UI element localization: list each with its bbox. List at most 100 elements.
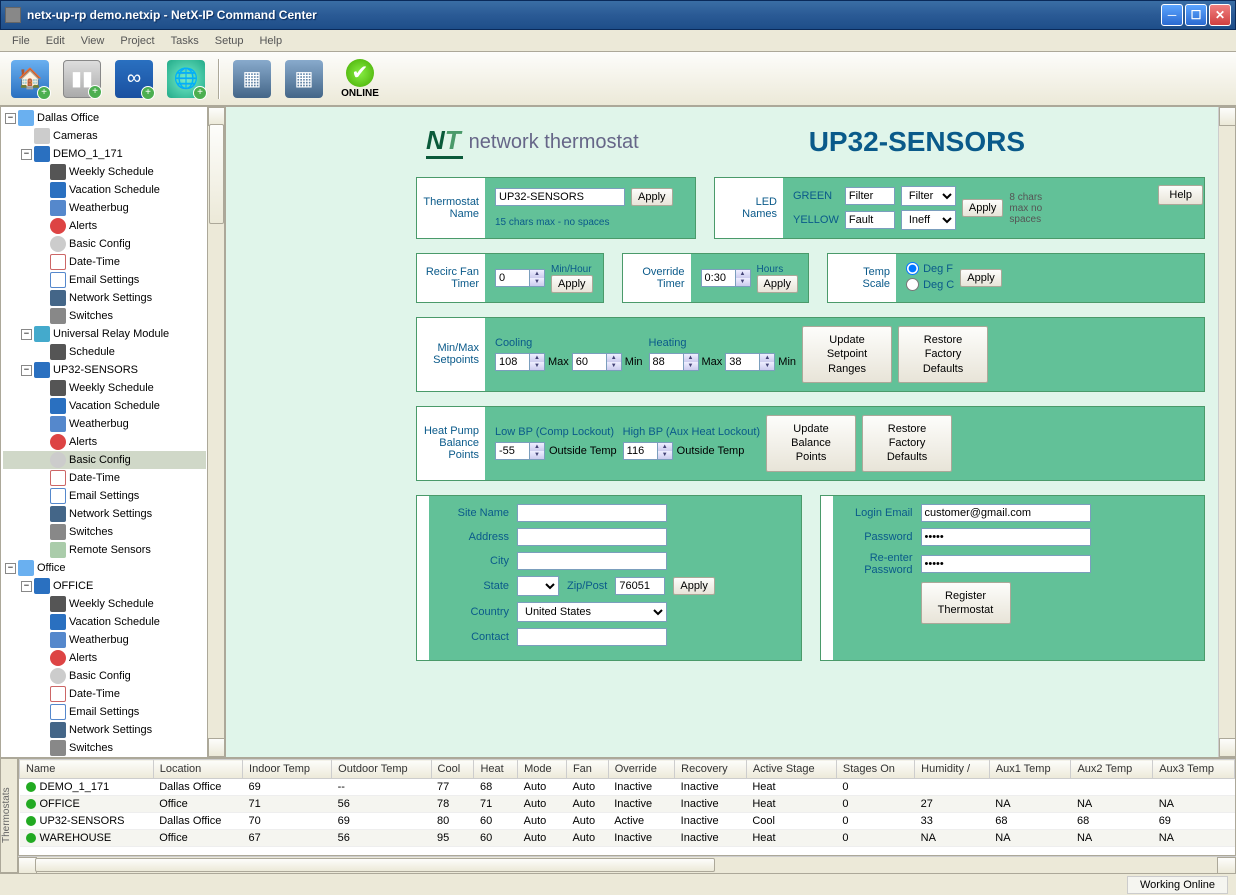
tree-network-2[interactable]: Network Settings (3, 505, 206, 523)
tree-office-device[interactable]: −OFFICE (3, 577, 206, 595)
tree-email-3[interactable]: Email Settings (3, 703, 206, 721)
grid-header-humidity[interactable]: Humidity / (915, 760, 990, 779)
update-setpoints-button[interactable]: Update Setpoint Ranges (802, 326, 892, 383)
tree-weatherbug-2[interactable]: Weatherbug (3, 415, 206, 433)
grid-header-override[interactable]: Override (608, 760, 674, 779)
minimize-button[interactable]: ─ (1161, 4, 1183, 26)
grid-header-name[interactable]: Name (20, 760, 154, 779)
tree-vacation-3[interactable]: Vacation Schedule (3, 613, 206, 631)
expander-icon[interactable]: − (5, 113, 16, 124)
override-spinner[interactable]: ▲▼ (701, 269, 751, 287)
grid-h-scrollbar[interactable] (18, 856, 1236, 873)
tree-weatherbug-3[interactable]: Weatherbug (3, 631, 206, 649)
tree-switches[interactable]: Switches (3, 307, 206, 325)
tree-weekly-2[interactable]: Weekly Schedule (3, 379, 206, 397)
tree-office-root[interactable]: −Office (3, 559, 206, 577)
menu-file[interactable]: File (4, 32, 38, 50)
register-button[interactable]: Register Thermostat (921, 582, 1011, 625)
spin-down-icon[interactable]: ▼ (736, 278, 750, 286)
tree-network[interactable]: Network Settings (3, 289, 206, 307)
expander-icon[interactable]: − (21, 365, 32, 376)
tree-datetime-3[interactable]: Date-Time (3, 685, 206, 703)
led-yellow-input[interactable] (845, 211, 895, 229)
tool-add-switch[interactable]: ▮▮+ (58, 55, 106, 103)
menu-tasks[interactable]: Tasks (163, 32, 207, 50)
tree-switches-3[interactable]: Switches (3, 739, 206, 757)
menu-help[interactable]: Help (251, 32, 290, 50)
menu-setup[interactable]: Setup (207, 32, 252, 50)
table-row[interactable]: WAREHOUSEOffice67569560AutoAutoInactiveI… (20, 830, 1235, 847)
zip-input[interactable] (615, 577, 665, 595)
city-input[interactable] (517, 552, 667, 570)
recirc-spinner[interactable]: ▲▼ (495, 269, 545, 287)
tree-schedule[interactable]: Schedule (3, 343, 206, 361)
override-apply-button[interactable]: Apply (757, 275, 799, 293)
tree-switches-2[interactable]: Switches (3, 523, 206, 541)
tree-network-3[interactable]: Network Settings (3, 721, 206, 739)
temp-apply-button[interactable]: Apply (960, 269, 1002, 287)
table-row[interactable]: DEMO_1_171Dallas Office69--7768AutoAutoI… (20, 779, 1235, 796)
help-button[interactable]: Help (1158, 185, 1203, 205)
menu-view[interactable]: View (73, 32, 113, 50)
tree-alerts[interactable]: Alerts (3, 217, 206, 235)
grid-header-location[interactable]: Location (153, 760, 242, 779)
tree-weatherbug[interactable]: Weatherbug (3, 199, 206, 217)
table-row[interactable]: OFFICEOffice71567871AutoAutoInactiveInac… (20, 796, 1235, 813)
expander-icon[interactable]: − (21, 329, 32, 340)
grid-header-outdoor[interactable]: Outdoor Temp (332, 760, 431, 779)
spin-up-icon[interactable]: ▲ (530, 270, 544, 278)
address-input[interactable] (517, 528, 667, 546)
tool-online[interactable]: ✔ONLINE (332, 55, 388, 103)
name-apply-button[interactable]: Apply (631, 188, 673, 206)
tree-relay-module[interactable]: −Universal Relay Module (3, 325, 206, 343)
state-select[interactable] (517, 576, 559, 596)
site-name-input[interactable] (517, 504, 667, 522)
grid-header-cool[interactable]: Cool (431, 760, 474, 779)
grid-header-aux3[interactable]: Aux3 Temp (1153, 760, 1235, 779)
tree-alerts-2[interactable]: Alerts (3, 433, 206, 451)
deg-c-radio[interactable] (906, 278, 919, 291)
grid-header-mode[interactable]: Mode (518, 760, 567, 779)
recirc-apply-button[interactable]: Apply (551, 275, 593, 293)
grid-header-stage[interactable]: Active Stage (746, 760, 836, 779)
tool-grid-link[interactable]: ▦ (280, 55, 328, 103)
update-balance-button[interactable]: Update Balance Points (766, 415, 856, 472)
site-apply-button[interactable]: Apply (673, 577, 715, 595)
tree-scrollbar[interactable] (207, 107, 224, 757)
menu-edit[interactable]: Edit (38, 32, 73, 50)
contact-input[interactable] (517, 628, 667, 646)
tree-weekly[interactable]: Weekly Schedule (3, 163, 206, 181)
expander-icon[interactable]: − (21, 581, 32, 592)
deg-f-radio[interactable] (906, 262, 919, 275)
heat-min-spinner[interactable]: ▲▼ (725, 353, 775, 371)
tree-basic-config[interactable]: Basic Config (3, 235, 206, 253)
password-input[interactable] (921, 528, 1091, 546)
tree-alerts-3[interactable]: Alerts (3, 649, 206, 667)
high-bp-spinner[interactable]: ▲▼ (623, 442, 673, 460)
tree-date-time-2[interactable]: Date-Time (3, 469, 206, 487)
low-bp-spinner[interactable]: ▲▼ (495, 442, 545, 460)
grid-header-aux1[interactable]: Aux1 Temp (989, 760, 1071, 779)
cool-min-spinner[interactable]: ▲▼ (572, 353, 622, 371)
tree-up32[interactable]: −UP32-SENSORS (3, 361, 206, 379)
country-select[interactable]: United States (517, 602, 667, 622)
cool-max-spinner[interactable]: ▲▼ (495, 353, 545, 371)
tree-weekly-3[interactable]: Weekly Schedule (3, 595, 206, 613)
tool-grid-switch[interactable]: ▦ (228, 55, 276, 103)
tree-email[interactable]: Email Settings (3, 271, 206, 289)
table-row[interactable]: UP32-SENSORSDallas Office70698060AutoAut… (20, 813, 1235, 830)
led-green-input[interactable] (845, 187, 895, 205)
spin-down-icon[interactable]: ▼ (530, 278, 544, 286)
tree-vacation[interactable]: Vacation Schedule (3, 181, 206, 199)
expander-icon[interactable]: − (21, 149, 32, 160)
heat-max-spinner[interactable]: ▲▼ (649, 353, 699, 371)
grid-header-indoor[interactable]: Indoor Temp (243, 760, 332, 779)
tool-add-globe[interactable]: 🌐+ (162, 55, 210, 103)
content-scrollbar[interactable] (1218, 107, 1235, 757)
tool-add-link[interactable]: ∞+ (110, 55, 158, 103)
tree-date-time[interactable]: Date-Time (3, 253, 206, 271)
tree-dallas-office[interactable]: −Dallas Office (3, 109, 206, 127)
tree-email-2[interactable]: Email Settings (3, 487, 206, 505)
tree-demo[interactable]: −DEMO_1_171 (3, 145, 206, 163)
grid-header-recovery[interactable]: Recovery (675, 760, 747, 779)
